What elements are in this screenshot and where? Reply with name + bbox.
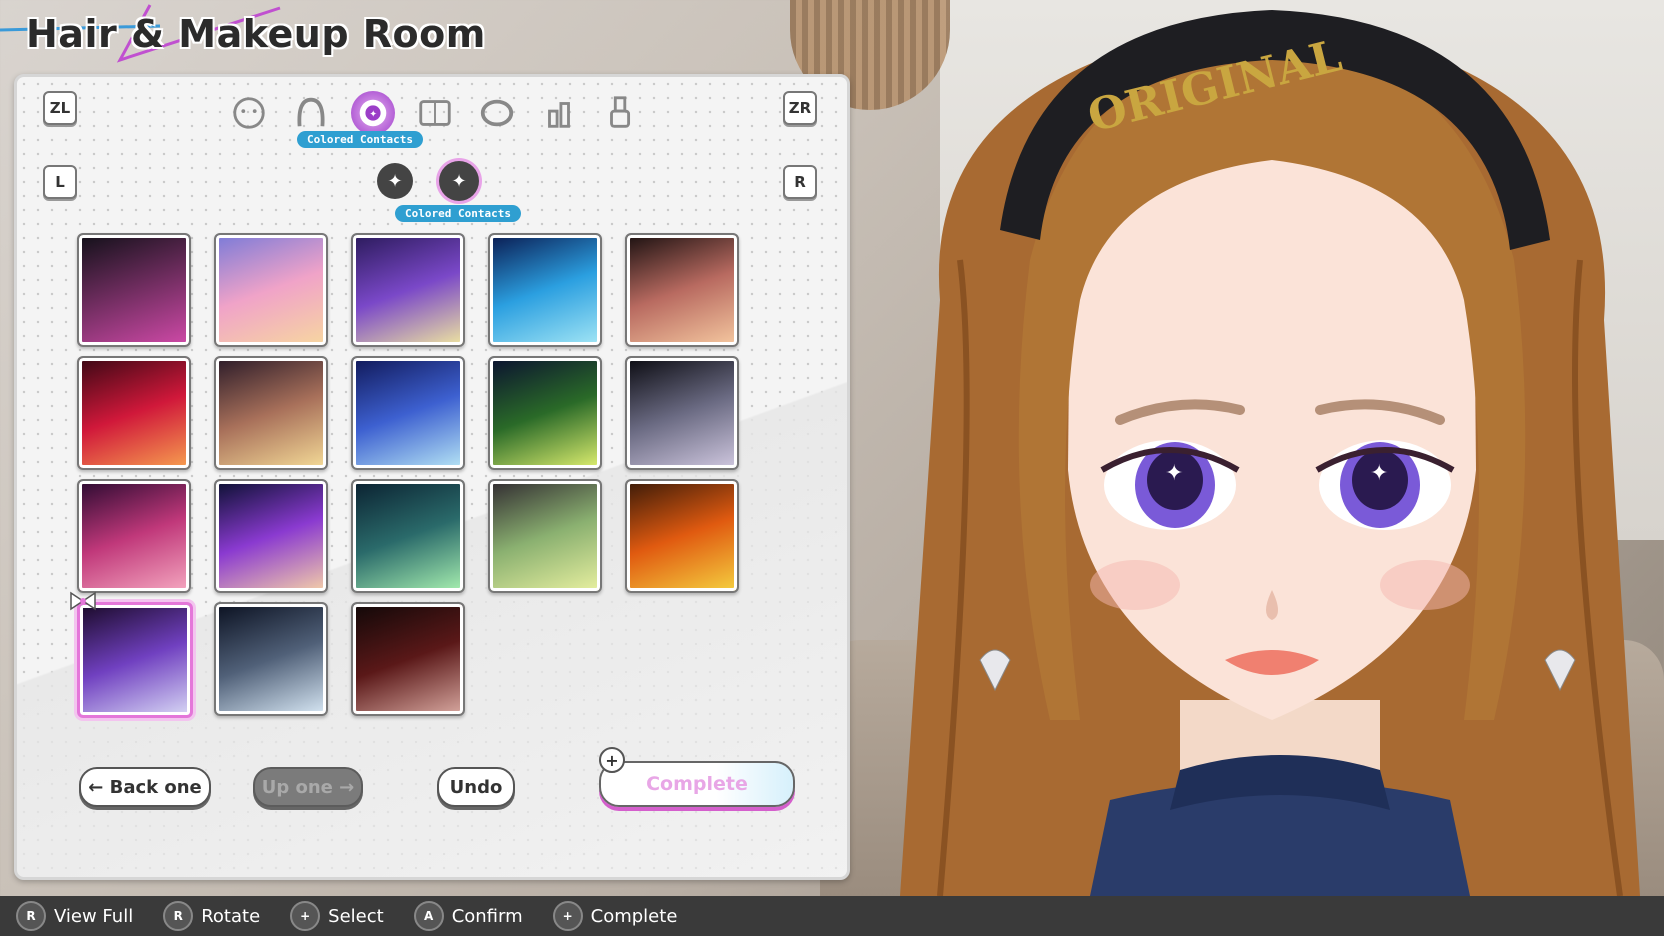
footer-select: + Select: [290, 901, 384, 931]
dpad-icon: +: [290, 901, 321, 931]
footer-view-full: R View Full: [16, 901, 133, 931]
complete-button[interactable]: Complete: [599, 761, 795, 807]
controls-footer: R View Full R Rotate + Select A Confirm …: [0, 896, 1664, 936]
bow-cursor-icon: [70, 591, 96, 611]
swatch-grid: [70, 233, 739, 718]
nail-polish-icon[interactable]: [599, 91, 643, 135]
color-swatch[interactable]: [351, 233, 465, 347]
color-swatch[interactable]: [488, 479, 602, 593]
sparkle-eye-icon[interactable]: ✦: [377, 163, 413, 199]
color-swatch[interactable]: [351, 602, 465, 716]
subcategory-tag: Colored Contacts: [395, 205, 521, 222]
color-swatch[interactable]: [214, 602, 328, 716]
hair-icon[interactable]: [289, 91, 333, 135]
makeup-panel: ZL ZR ✦ Colored Contacts L R ✦ ✦ Colored…: [14, 74, 850, 880]
face-icon[interactable]: [227, 91, 271, 135]
color-swatch[interactable]: [214, 356, 328, 470]
color-swatch[interactable]: [70, 591, 193, 718]
r-button[interactable]: R: [783, 165, 817, 199]
svg-text:✦: ✦: [369, 109, 377, 120]
color-swatch[interactable]: [214, 233, 328, 347]
subcategory-tabs: ✦ ✦: [377, 161, 479, 201]
color-swatch[interactable]: [351, 356, 465, 470]
forward-arrow-icon: →: [332, 776, 355, 798]
undo-button[interactable]: Undo: [437, 767, 515, 807]
color-swatch[interactable]: [77, 356, 191, 470]
category-tabs: ✦: [227, 91, 643, 151]
color-swatch[interactable]: [488, 233, 602, 347]
l-button[interactable]: L: [43, 165, 77, 199]
a-button-icon: A: [413, 901, 444, 931]
color-swatch[interactable]: [625, 479, 739, 593]
plus-button-icon: +: [552, 901, 583, 931]
color-swatch[interactable]: [214, 479, 328, 593]
svg-text:✦: ✦: [1370, 461, 1388, 486]
svg-text:✦: ✦: [1165, 461, 1183, 486]
lipstick-icon[interactable]: [537, 91, 581, 135]
footer-confirm: A Confirm: [413, 901, 523, 931]
color-swatch[interactable]: [351, 479, 465, 593]
r-stick-rotate-icon: R: [163, 901, 194, 931]
ring-icon[interactable]: [475, 91, 519, 135]
up-one-button[interactable]: Up one →: [253, 767, 363, 807]
colored-contacts-icon[interactable]: ✦: [439, 161, 479, 201]
back-one-button[interactable]: ← Back one: [79, 767, 211, 807]
zl-button[interactable]: ZL: [43, 91, 77, 125]
category-tag: Colored Contacts: [297, 131, 423, 148]
color-swatch[interactable]: [77, 233, 191, 347]
r-stick-icon: R: [16, 901, 46, 931]
color-swatch[interactable]: [625, 233, 739, 347]
character-portrait: ORIGINAL ✦ ✦: [900, 10, 1640, 896]
plus-icon: +: [599, 747, 625, 773]
back-arrow-icon: ←: [88, 776, 110, 798]
footer-rotate: R Rotate: [163, 901, 260, 931]
color-swatch[interactable]: [77, 479, 191, 593]
footer-complete: + Complete: [552, 901, 677, 931]
color-swatch[interactable]: [625, 356, 739, 470]
zr-button[interactable]: ZR: [783, 91, 817, 125]
color-swatch[interactable]: [488, 356, 602, 470]
page-title: Hair & Makeup Room: [26, 12, 486, 56]
palette-icon[interactable]: [413, 91, 457, 135]
eye-icon[interactable]: ✦: [351, 91, 395, 135]
